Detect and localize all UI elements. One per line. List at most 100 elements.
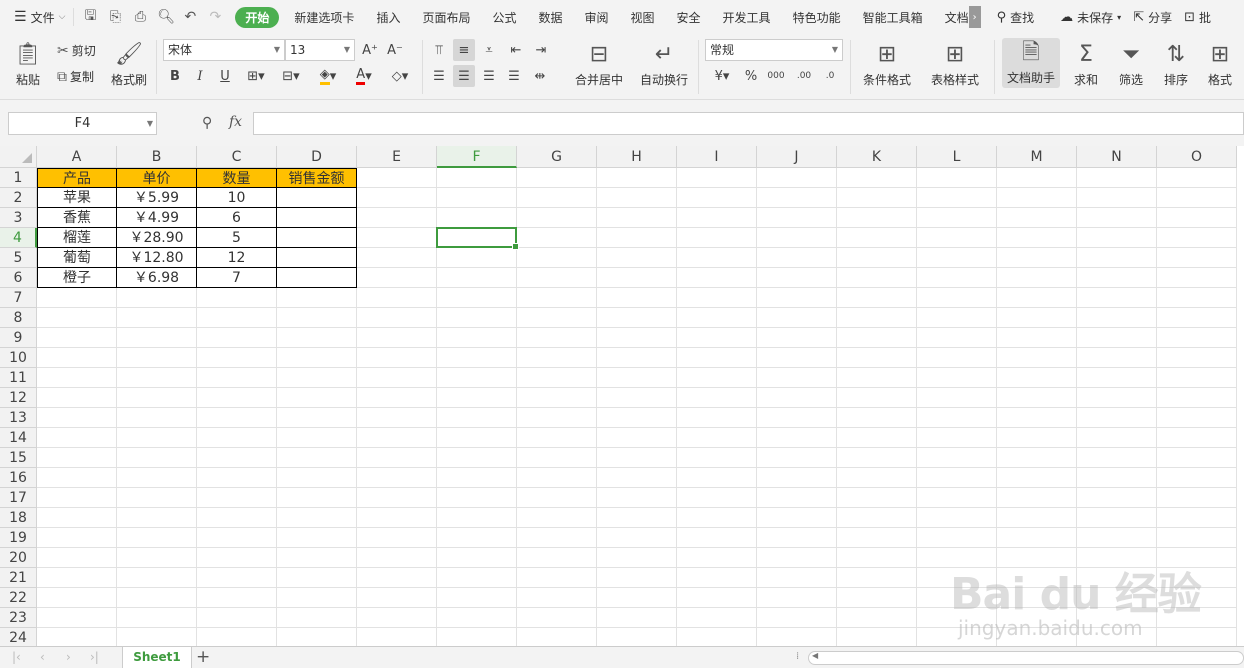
align-center-icon[interactable]: ☰ (453, 65, 475, 87)
cell-e14[interactable] (357, 428, 437, 448)
row-header-2[interactable]: 2 (0, 188, 37, 208)
tab-1[interactable]: 新建选项卡 (283, 9, 365, 26)
cell-k19[interactable] (837, 528, 917, 548)
cell-j11[interactable] (757, 368, 837, 388)
row-header-10[interactable]: 10 (0, 348, 37, 368)
cell-n11[interactable] (1077, 368, 1157, 388)
cell-d7[interactable] (277, 288, 357, 308)
cell-j10[interactable] (757, 348, 837, 368)
align-middle-icon[interactable]: ≡ (453, 39, 475, 61)
cell-f20[interactable] (437, 548, 517, 568)
cell-m3[interactable] (997, 208, 1077, 228)
copy-button[interactable]: ⧉ 复制 (57, 68, 94, 85)
table-cell[interactable]: 12 (197, 248, 277, 268)
cell-b10[interactable] (117, 348, 197, 368)
scroll-split-icon[interactable]: ⁞ (796, 651, 799, 662)
cell-i15[interactable] (677, 448, 757, 468)
cell-b24[interactable] (117, 628, 197, 646)
table-cell[interactable]: ￥6.98 (117, 268, 197, 288)
cell-e13[interactable] (357, 408, 437, 428)
cell-l12[interactable] (917, 388, 997, 408)
row-header-22[interactable]: 22 (0, 588, 37, 608)
cell-n2[interactable] (1077, 188, 1157, 208)
cell-j20[interactable] (757, 548, 837, 568)
cell-n10[interactable] (1077, 348, 1157, 368)
cell-a11[interactable] (37, 368, 117, 388)
cell-j9[interactable] (757, 328, 837, 348)
cell-g22[interactable] (517, 588, 597, 608)
cell-c24[interactable] (197, 628, 277, 646)
cell-f15[interactable] (437, 448, 517, 468)
cell-k22[interactable] (837, 588, 917, 608)
cell-o6[interactable] (1157, 268, 1237, 288)
row-header-7[interactable]: 7 (0, 288, 37, 308)
merge-center-button[interactable]: ⊟ 合并居中 (568, 40, 630, 88)
cell-d10[interactable] (277, 348, 357, 368)
cell-e3[interactable] (357, 208, 437, 228)
cell-k3[interactable] (837, 208, 917, 228)
border-icon[interactable]: ⊞▾ (241, 65, 271, 87)
row-header-5[interactable]: 5 (0, 248, 37, 268)
cell-b18[interactable] (117, 508, 197, 528)
cell-e12[interactable] (357, 388, 437, 408)
function-icon[interactable]: fx (229, 114, 242, 130)
row-header-16[interactable]: 16 (0, 468, 37, 488)
tab-4[interactable]: 公式 (481, 9, 527, 26)
currency-icon[interactable]: ¥▾ (707, 65, 737, 87)
wrap-text-button[interactable]: ↵ 自动换行 (638, 40, 690, 88)
table-cell[interactable]: ￥4.99 (117, 208, 197, 228)
cell-k21[interactable] (837, 568, 917, 588)
cell-e18[interactable] (357, 508, 437, 528)
cell-o10[interactable] (1157, 348, 1237, 368)
bold-icon[interactable]: B (164, 65, 186, 87)
table-header-cell[interactable]: 数量 (197, 168, 277, 188)
active-cell-selection[interactable] (436, 227, 519, 250)
indent-increase-icon[interactable]: ⇥ (530, 39, 552, 61)
select-all-button[interactable] (0, 146, 37, 168)
cell-n15[interactable] (1077, 448, 1157, 468)
cell-h13[interactable] (597, 408, 677, 428)
cell-i19[interactable] (677, 528, 757, 548)
cell-n12[interactable] (1077, 388, 1157, 408)
cell-h9[interactable] (597, 328, 677, 348)
cell-f17[interactable] (437, 488, 517, 508)
cell-c12[interactable] (197, 388, 277, 408)
column-header-k[interactable]: K (837, 146, 917, 168)
cell-h14[interactable] (597, 428, 677, 448)
cell-k8[interactable] (837, 308, 917, 328)
cell-i4[interactable] (677, 228, 757, 248)
cell-d15[interactable] (277, 448, 357, 468)
cell-k23[interactable] (837, 608, 917, 628)
table-header-cell[interactable]: 销售金额 (277, 168, 357, 188)
column-header-i[interactable]: I (677, 146, 757, 168)
cut-button[interactable]: ✂ 剪切 (57, 42, 96, 59)
cell-i9[interactable] (677, 328, 757, 348)
cell-n7[interactable] (1077, 288, 1157, 308)
cell-n17[interactable] (1077, 488, 1157, 508)
row-header-17[interactable]: 17 (0, 488, 37, 508)
cell-g1[interactable] (517, 168, 597, 188)
cell-f11[interactable] (437, 368, 517, 388)
cell-c15[interactable] (197, 448, 277, 468)
tab-10[interactable]: 特色功能 (782, 9, 852, 26)
cell-g13[interactable] (517, 408, 597, 428)
cell-d20[interactable] (277, 548, 357, 568)
cell-c16[interactable] (197, 468, 277, 488)
cell-c14[interactable] (197, 428, 277, 448)
cell-o12[interactable] (1157, 388, 1237, 408)
format-painter-button[interactable]: 🖌︎ 格式刷 (108, 40, 150, 88)
cell-d12[interactable] (277, 388, 357, 408)
cell-g4[interactable] (517, 228, 597, 248)
sort-button[interactable]: ⇅ 排序 (1155, 40, 1197, 88)
sum-button[interactable]: Σ 求和 (1066, 40, 1106, 88)
cell-d14[interactable] (277, 428, 357, 448)
table-cell[interactable]: 香蕉 (37, 208, 117, 228)
cell-k20[interactable] (837, 548, 917, 568)
cell-g11[interactable] (517, 368, 597, 388)
increase-decimal-icon[interactable]: .00 (793, 65, 815, 87)
align-left-icon[interactable]: ☰ (428, 65, 450, 87)
table-cell[interactable]: 苹果 (37, 188, 117, 208)
cell-b14[interactable] (117, 428, 197, 448)
cell-g3[interactable] (517, 208, 597, 228)
cell-i12[interactable] (677, 388, 757, 408)
